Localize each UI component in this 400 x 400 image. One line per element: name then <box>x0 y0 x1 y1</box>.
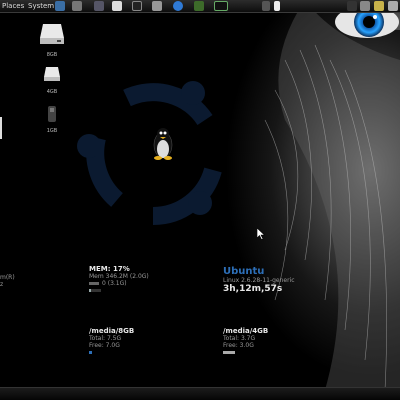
swap-line: 0 (3.1G) <box>102 280 127 287</box>
drive-4gb[interactable]: 4GB <box>32 65 72 95</box>
top-panel: Places System <box>0 0 400 13</box>
network-icon[interactable] <box>173 1 183 11</box>
mouse-pointer-icon <box>257 228 265 240</box>
system-monitor-icon[interactable] <box>152 1 162 11</box>
media-8gb-widget: /media/8GB Total: 7.5G Free: 7.0G <box>89 328 169 354</box>
ubuntu-logo <box>77 81 222 226</box>
kernel-text: Linux 2.6.28-11-generic <box>223 277 295 284</box>
media-free: Free: 3.0G <box>223 342 254 349</box>
media-4gb-widget: /media/4GB Total: 3.7G Free: 3.0G <box>223 328 303 354</box>
uptime-text: 3h,12m,57s <box>223 284 283 294</box>
drive-icon <box>44 67 60 81</box>
conky-left-partial: m(R) z <box>0 274 15 288</box>
cpu-model-text: m(R) <box>0 274 15 281</box>
music-icon[interactable] <box>132 1 142 11</box>
media-total: Total: 3.7G <box>223 335 256 342</box>
volume-icon[interactable] <box>388 1 398 11</box>
cpu-freq-text: z <box>0 281 4 288</box>
bluetooth-icon[interactable] <box>360 1 370 11</box>
memory-widget: MEM: 17% Mem 346.2M (2.0G) 0 (3.1G) <box>89 266 179 292</box>
media-mount: /media/4GB <box>223 327 269 335</box>
terminal-icon[interactable] <box>214 1 228 11</box>
system-widget: Ubuntu Linux 2.6.28-11-generic 3h,12m,57… <box>223 266 333 295</box>
disk-icon[interactable] <box>72 1 82 11</box>
media-total: Total: 7.5G <box>89 335 122 342</box>
media-usage-fill <box>223 351 236 354</box>
drive-1gb[interactable]: 1GB <box>32 106 72 134</box>
drive-8gb[interactable]: 8GB <box>32 22 72 58</box>
trash-icon[interactable] <box>274 1 280 11</box>
applet-icon[interactable] <box>347 1 357 11</box>
usb-drive-icon <box>48 106 56 122</box>
drive-label: 1GB <box>46 128 58 134</box>
text-editor-icon[interactable] <box>112 1 122 11</box>
memory-title: MEM: 17% <box>89 265 130 273</box>
drive-label: 4GB <box>46 89 58 95</box>
memory-line: Mem 346.2M (2.0G) <box>89 273 149 280</box>
nvidia-icon[interactable] <box>194 1 204 11</box>
drive-label: 8GB <box>46 52 58 58</box>
browser-icon[interactable] <box>55 1 65 11</box>
swap-label-bar <box>89 282 99 285</box>
desktop[interactable]: Places System 8GB 4GB 1GB m(R) z MEM: 17… <box>0 0 400 400</box>
hidden-window-edge[interactable] <box>0 117 2 139</box>
tux-icon <box>153 128 173 160</box>
media-mount: /media/8GB <box>89 327 135 335</box>
settings-icon[interactable] <box>94 1 104 11</box>
os-name: Ubuntu <box>223 266 265 277</box>
drive-icon <box>40 24 64 44</box>
memory-bar-fill <box>89 289 92 292</box>
media-usage-bar <box>223 351 287 354</box>
workspace-icon[interactable] <box>262 1 270 11</box>
memory-bar <box>89 289 101 292</box>
menu-places[interactable]: Places <box>2 1 24 11</box>
bottom-panel[interactable] <box>0 387 400 400</box>
media-usage-fill <box>89 351 92 354</box>
menu-system[interactable]: System <box>28 1 54 11</box>
media-usage-bar <box>89 351 129 354</box>
media-free: Free: 7.0G <box>89 342 120 349</box>
folder-icon[interactable] <box>374 1 384 11</box>
